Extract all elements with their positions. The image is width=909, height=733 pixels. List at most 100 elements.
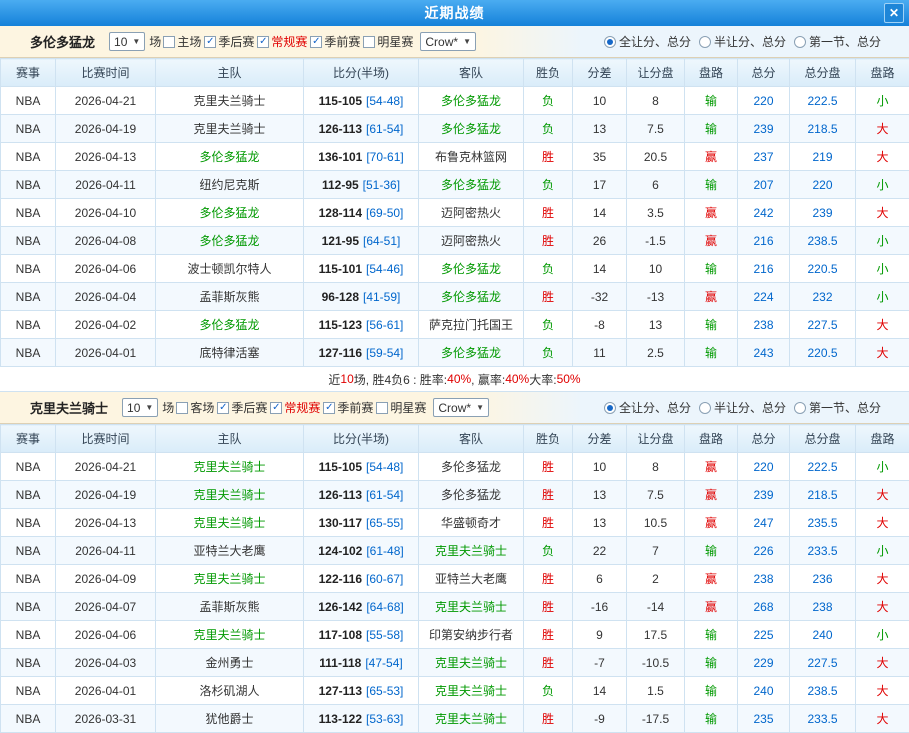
big-small-cell: 小 [856, 227, 909, 255]
handicap-cell: 10 [627, 255, 685, 283]
half-score: [47-54] [365, 656, 402, 670]
chevron-down-icon: ▼ [463, 37, 471, 46]
column-header: 让分盘 [627, 59, 685, 87]
filter-checkbox[interactable]: ✓季后赛 [217, 399, 267, 416]
home-team-cell: 多伦多猛龙 [156, 199, 304, 227]
filter-checkbox[interactable]: ✓季前赛 [310, 33, 360, 50]
big-small-cell: 大 [856, 509, 909, 537]
game-count-select[interactable]: 10 ▼ [109, 32, 145, 51]
away-team-cell: 克里夫兰骑士 [419, 705, 524, 733]
table-body: NBA2026-04-21克里夫兰骑士115-105[54-48]多伦多猛龙胜1… [1, 453, 909, 733]
checkbox-box[interactable] [363, 36, 375, 48]
home-team-cell: 克里夫兰骑士 [156, 509, 304, 537]
big-small-cell: 小 [856, 453, 909, 481]
checkbox-box[interactable]: ✓ [310, 36, 322, 48]
checkbox-box[interactable]: ✓ [217, 402, 229, 414]
league-cell: NBA [1, 339, 56, 367]
radio-circle[interactable] [699, 402, 711, 414]
match-row: NBA2026-04-13多伦多猛龙136-101[70-61]布鲁克林篮网胜3… [1, 143, 909, 171]
half-score: [61-48] [366, 544, 403, 558]
away-team-cell: 多伦多猛龙 [419, 339, 524, 367]
diff-cell: 14 [573, 199, 627, 227]
radio-circle[interactable] [794, 36, 806, 48]
radio-circle[interactable] [699, 36, 711, 48]
handicap-result-cell: 输 [685, 537, 738, 565]
league-cell: NBA [1, 311, 56, 339]
league-cell: NBA [1, 199, 56, 227]
away-team-cell: 多伦多猛龙 [419, 283, 524, 311]
away-team-cell: 多伦多猛龙 [419, 171, 524, 199]
diff-cell: 13 [573, 509, 627, 537]
checkbox-box[interactable]: ✓ [270, 402, 282, 414]
checkbox-box[interactable]: ✓ [257, 36, 269, 48]
diff-cell: 26 [573, 227, 627, 255]
handicap-cell: -1.5 [627, 227, 685, 255]
close-icon[interactable]: ✕ [884, 3, 904, 23]
checkbox-box[interactable] [163, 36, 175, 48]
final-score: 115-101 [319, 262, 362, 276]
final-score: 127-113 [319, 684, 362, 698]
checkbox-label: 季前赛 [337, 399, 373, 416]
filter-radio[interactable]: 半让分、总分 [699, 399, 786, 416]
column-header: 盘路 [856, 59, 909, 87]
filter-checkbox[interactable]: 明星赛 [376, 399, 426, 416]
filter-radio[interactable]: 全让分、总分 [604, 399, 691, 416]
total-cell: 238 [738, 311, 790, 339]
checkbox-box[interactable] [176, 402, 188, 414]
final-score: 115-105 [319, 460, 362, 474]
home-team-cell: 克里夫兰骑士 [156, 115, 304, 143]
league-cell: NBA [1, 283, 56, 311]
home-team-cell: 亚特兰大老鹰 [156, 537, 304, 565]
away-team-cell: 多伦多猛龙 [419, 255, 524, 283]
date-cell: 2026-04-13 [56, 509, 156, 537]
chevron-down-icon: ▼ [145, 403, 153, 412]
date-cell: 2026-04-10 [56, 199, 156, 227]
checkbox-box[interactable] [376, 402, 388, 414]
game-count-select[interactable]: 10 ▼ [122, 398, 158, 417]
radio-label: 半让分、总分 [714, 33, 786, 50]
total-line-cell: 236 [790, 565, 856, 593]
dialog-titlebar: 近期战绩 ✕ [0, 0, 909, 26]
results-table: 赛事比赛时间主队比分(半场)客队胜负分差让分盘盘路总分总分盘盘路 NBA2026… [0, 424, 909, 733]
score-cell: 136-101[70-61] [304, 143, 419, 171]
checkbox-box[interactable]: ✓ [323, 402, 335, 414]
handicap-result-cell: 赢 [685, 481, 738, 509]
checkbox-label: 季后赛 [218, 33, 254, 50]
league-cell: NBA [1, 255, 56, 283]
filter-checkbox[interactable]: ✓季前赛 [323, 399, 373, 416]
summary-segment: , 赢率: [471, 371, 505, 388]
radio-circle[interactable] [604, 36, 616, 48]
result-cell: 胜 [524, 649, 573, 677]
filter-radio[interactable]: 第一节、总分 [794, 399, 881, 416]
total-cell: 239 [738, 115, 790, 143]
filter-radio[interactable]: 全让分、总分 [604, 33, 691, 50]
score-cell: 126-142[64-68] [304, 593, 419, 621]
date-cell: 2026-04-11 [56, 537, 156, 565]
big-small-cell: 小 [856, 171, 909, 199]
filter-checkbox[interactable]: 主场 [163, 33, 201, 50]
handicap-cell: 2 [627, 565, 685, 593]
game-count-value: 10 [127, 401, 140, 415]
checkbox-box[interactable]: ✓ [204, 36, 216, 48]
date-cell: 2026-04-19 [56, 481, 156, 509]
total-line-cell: 222.5 [790, 87, 856, 115]
filter-checkbox[interactable]: 客场 [176, 399, 214, 416]
team-section-raptors: 多伦多猛龙 10 ▼ 场 主场✓季后赛✓常规赛✓季前赛明星赛 Crow* ▼ 全… [0, 26, 909, 392]
radio-circle[interactable] [604, 402, 616, 414]
total-cell: 207 [738, 171, 790, 199]
filter-radio[interactable]: 半让分、总分 [699, 33, 786, 50]
crow-select[interactable]: Crow* ▼ [433, 398, 489, 417]
filter-checkbox[interactable]: ✓常规赛 [270, 399, 320, 416]
total-line-cell: 220.5 [790, 255, 856, 283]
diff-cell: 14 [573, 677, 627, 705]
total-line-cell: 233.5 [790, 705, 856, 733]
final-score: 115-105 [319, 94, 362, 108]
crow-select[interactable]: Crow* ▼ [420, 32, 476, 51]
filter-checkbox[interactable]: 明星赛 [363, 33, 413, 50]
filter-checkbox[interactable]: ✓季后赛 [204, 33, 254, 50]
result-cell: 胜 [524, 283, 573, 311]
filter-checkbox[interactable]: ✓常规赛 [257, 33, 307, 50]
radio-circle[interactable] [794, 402, 806, 414]
filter-radio[interactable]: 第一节、总分 [794, 33, 881, 50]
handicap-result-cell: 输 [685, 115, 738, 143]
